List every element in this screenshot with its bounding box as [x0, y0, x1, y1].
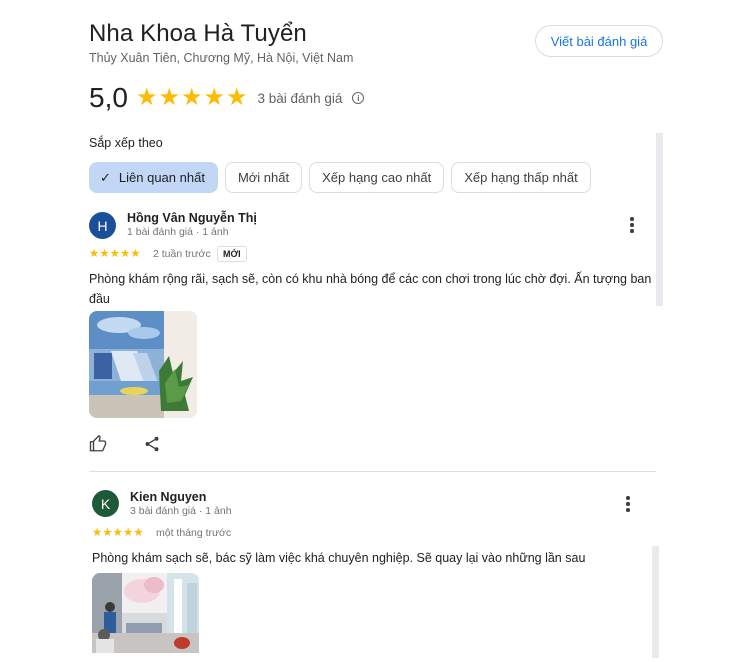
- star-icon: ★: [180, 84, 203, 111]
- rating-value: 5,0: [89, 82, 128, 113]
- rating-stars: ★ ★ ★ ★ ★: [136, 86, 248, 110]
- chip-label: Xếp hạng thấp nhất: [464, 170, 578, 185]
- more-options-icon[interactable]: [620, 494, 636, 514]
- sort-chips: ✓ Liên quan nhất Mới nhất Xếp hạng cao n…: [89, 162, 591, 193]
- review-photo[interactable]: [92, 573, 199, 653]
- chip-label: Mới nhất: [237, 170, 290, 185]
- more-options-icon[interactable]: [624, 215, 640, 235]
- chip-label: Liên quan nhất: [118, 170, 205, 185]
- review-text: Phòng khám sạch sẽ, bác sỹ làm việc khá …: [92, 548, 647, 568]
- reviewer-meta: 3 bài đánh giá · 1 ảnh: [130, 505, 232, 517]
- review-stars: ★ ★ ★ ★ ★: [92, 527, 144, 540]
- avatar[interactable]: H: [89, 212, 116, 239]
- reviewer-name[interactable]: Kien Nguyen: [130, 490, 206, 504]
- star-icon: ★: [122, 527, 134, 539]
- new-badge: MỚI: [217, 246, 247, 262]
- star-icon: ★: [99, 248, 110, 260]
- place-title: Nha Khoa Hà Tuyển: [89, 20, 307, 47]
- review-stars: ★ ★ ★ ★ ★: [89, 248, 141, 261]
- star-icon: ★: [109, 248, 120, 260]
- star-icon: ★: [92, 527, 103, 539]
- check-icon: ✓: [100, 169, 111, 185]
- star-icon: ★: [133, 527, 144, 539]
- star-icon: ★: [135, 84, 158, 111]
- scrollbar[interactable]: [656, 133, 663, 306]
- scrollbar[interactable]: [652, 546, 659, 658]
- review-divider: [89, 471, 656, 472]
- chip-label: Xếp hạng cao nhất: [322, 170, 432, 185]
- review-time: 2 tuần trước: [153, 248, 211, 260]
- review-count: 3 bài đánh giá: [257, 90, 343, 106]
- thumbs-up-icon[interactable]: [89, 435, 107, 453]
- sort-chip-newest[interactable]: Mới nhất: [224, 162, 303, 193]
- place-address: Thủy Xuân Tiên, Chương Mỹ, Hà Nội, Việt …: [89, 51, 354, 65]
- info-icon[interactable]: i: [352, 92, 365, 104]
- star-icon: ★: [102, 527, 113, 539]
- write-review-button[interactable]: Viết bài đánh giá: [535, 25, 663, 57]
- star-icon: ★: [119, 248, 131, 260]
- star-icon: ★: [112, 527, 123, 539]
- share-icon[interactable]: [143, 435, 161, 453]
- avatar[interactable]: K: [92, 490, 119, 517]
- sort-chip-highest[interactable]: Xếp hạng cao nhất: [309, 162, 445, 193]
- playroom-photo: [89, 311, 197, 418]
- star-icon: ★: [226, 84, 248, 111]
- reviewer-meta: 1 bài đánh giá · 1 ảnh: [127, 226, 229, 238]
- rating-summary: 5,0 ★ ★ ★ ★ ★ 3 bài đánh giá i: [89, 82, 365, 114]
- star-icon: ★: [130, 248, 141, 260]
- sort-chip-relevant[interactable]: ✓ Liên quan nhất: [89, 162, 218, 193]
- star-icon: ★: [203, 84, 225, 111]
- review-photo[interactable]: [89, 311, 197, 418]
- sort-label: Sắp xếp theo: [89, 136, 163, 150]
- star-icon: ★: [89, 248, 100, 260]
- review-text-line: Phòng khám rộng rãi, sạch sẽ, còn có khu…: [89, 272, 652, 306]
- star-icon: ★: [158, 84, 180, 111]
- review-time: một tháng trước: [156, 527, 232, 539]
- clinic-photo: [92, 573, 199, 653]
- review-text-line: Phòng khám sạch sẽ, bác sỹ làm việc khá …: [92, 551, 586, 565]
- reviewer-name[interactable]: Hồng Vân Nguyễn Thị: [127, 211, 257, 225]
- sort-chip-lowest[interactable]: Xếp hạng thấp nhất: [451, 162, 591, 193]
